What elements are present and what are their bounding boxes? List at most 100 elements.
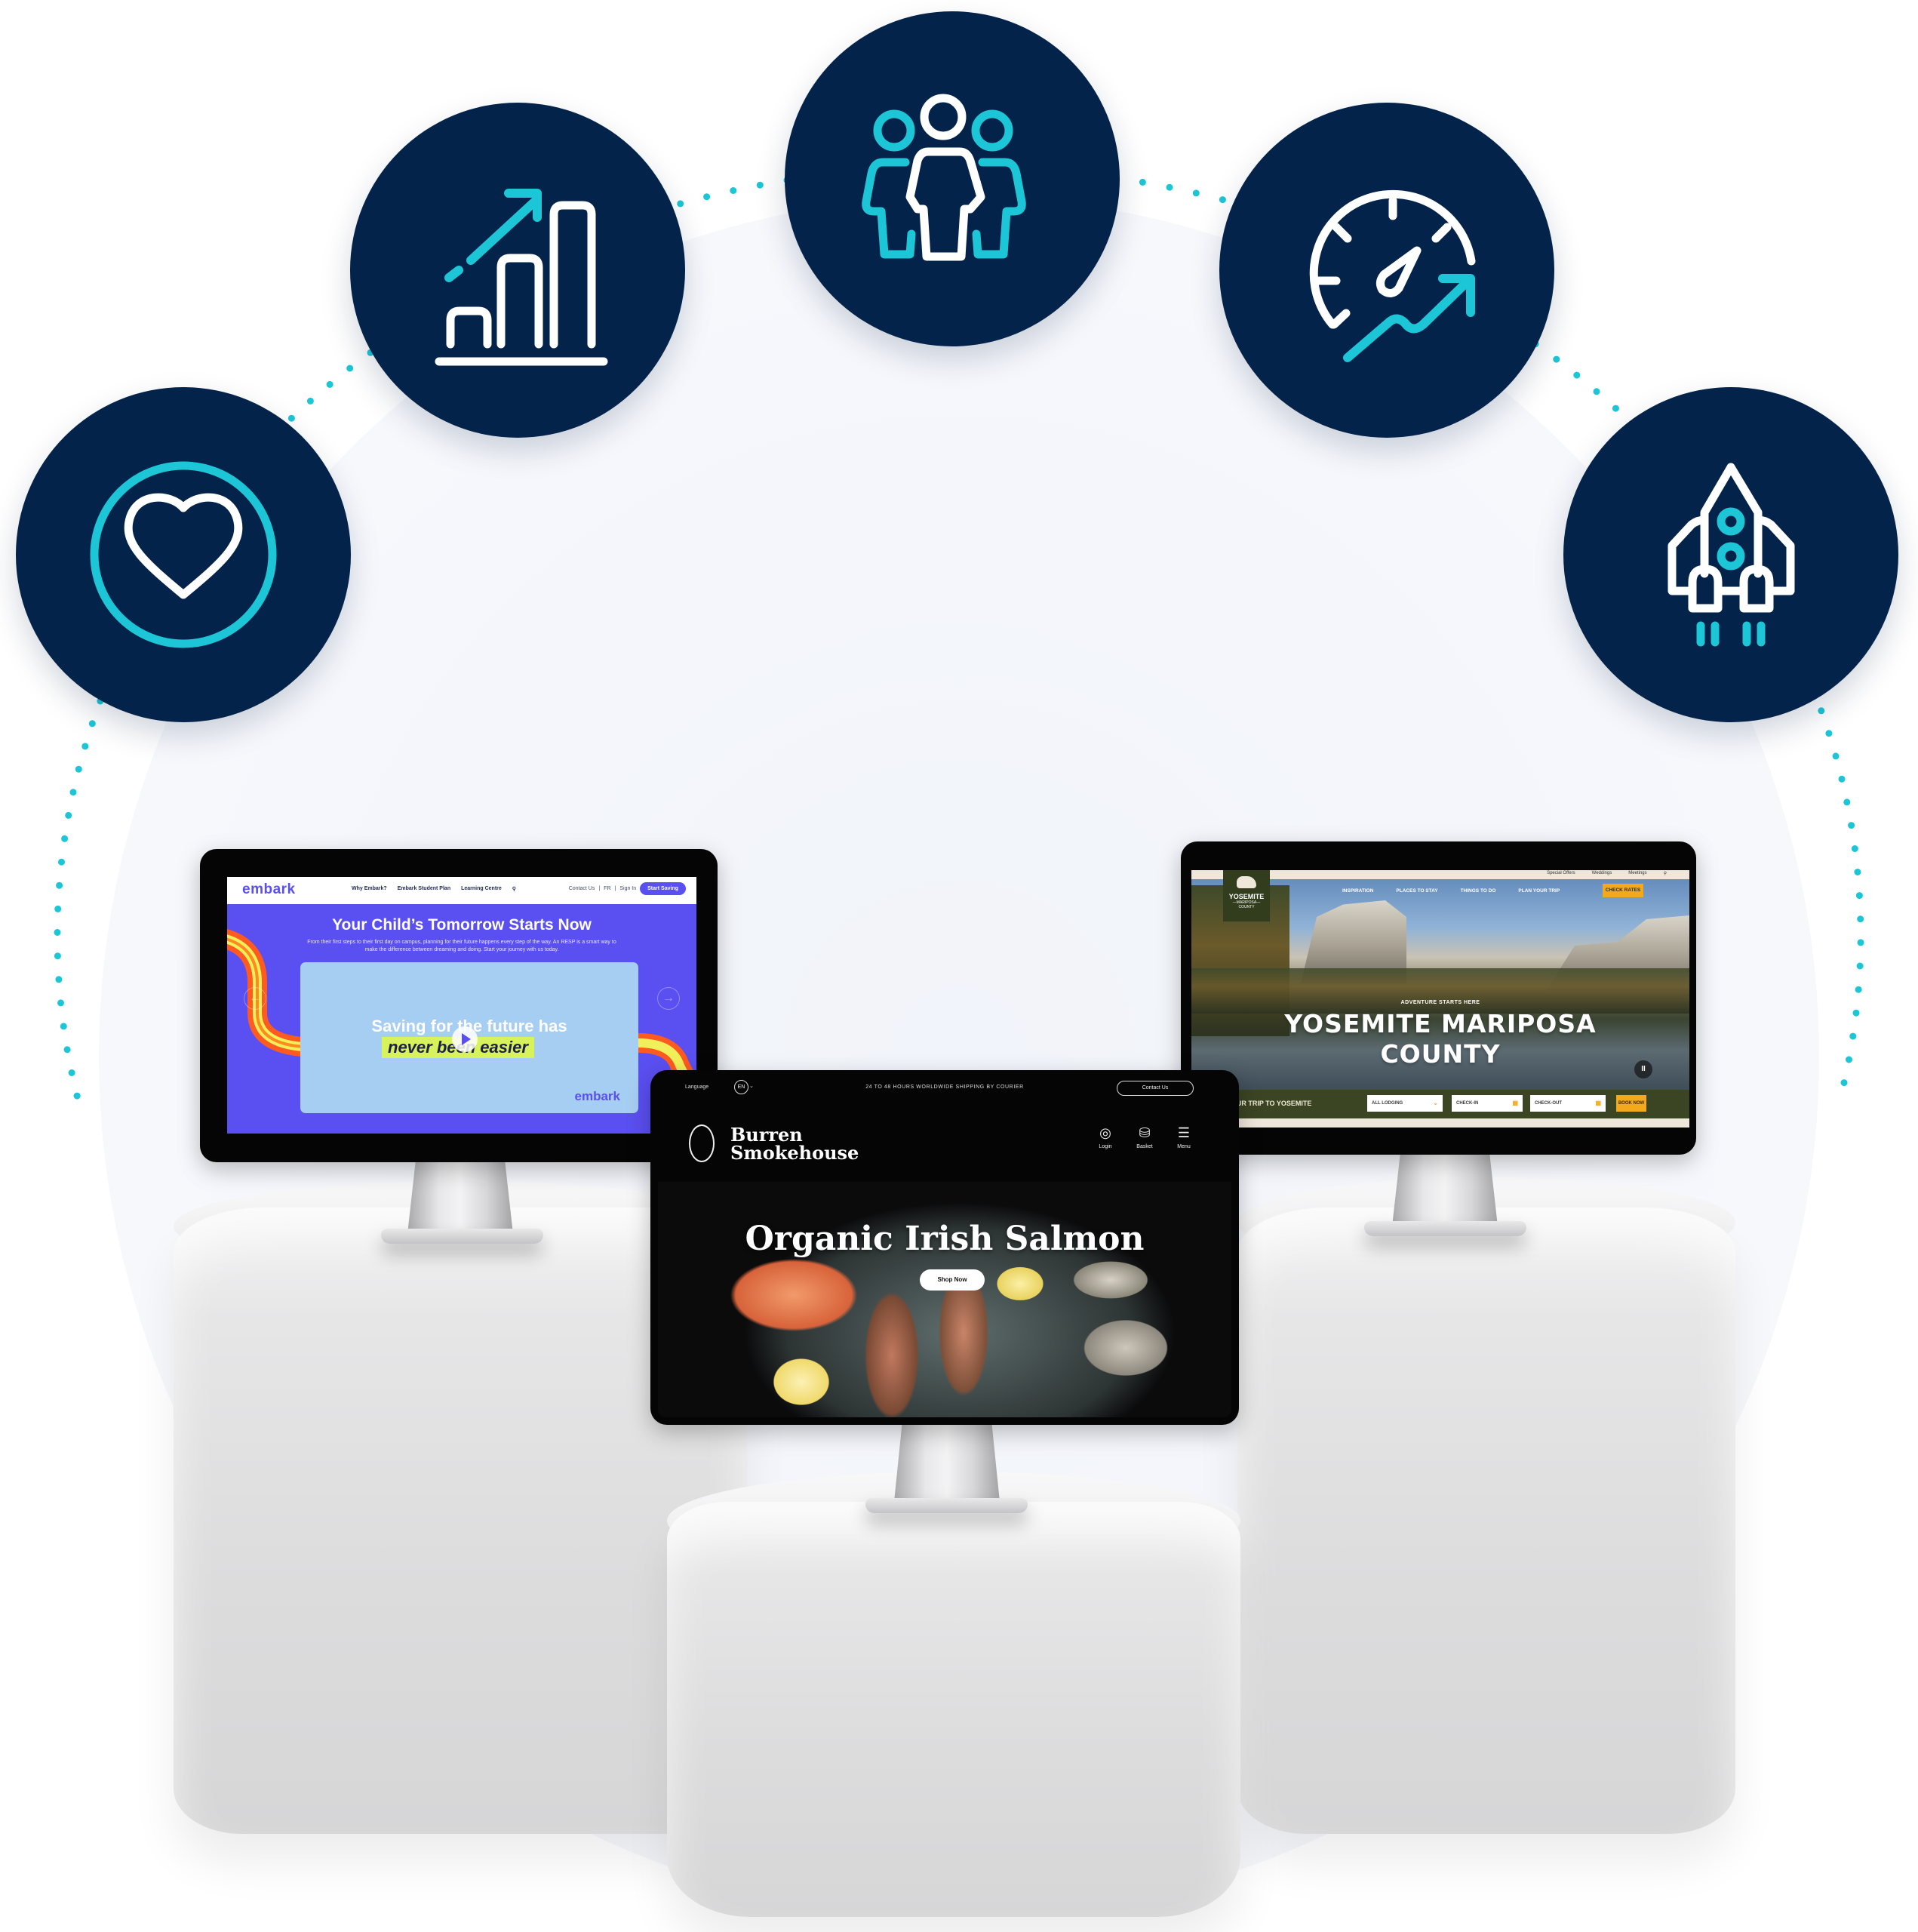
embark-video-card[interactable]: Saving for the future has never been eas… <box>300 962 638 1113</box>
lodging-select[interactable]: ALL LODGING ⌄ <box>1367 1095 1443 1112</box>
arc-dot <box>1854 869 1861 875</box>
arc-dot <box>1843 798 1851 806</box>
play-icon[interactable] <box>452 1026 478 1052</box>
calendar-icon: ▦ <box>1595 1100 1601 1106</box>
yosemite-utility-link[interactable]: Special Offers <box>1547 871 1575 876</box>
yosemite-nav-link[interactable]: PLACES TO STAY <box>1396 888 1437 894</box>
arc-dot <box>1848 822 1855 829</box>
arc-dot <box>1855 986 1862 993</box>
embark-website-screen: embark Why Embark? Embark Student Plan L… <box>227 877 696 1134</box>
embark-lang-link[interactable]: FR <box>604 886 610 891</box>
growth-chart-icon <box>435 189 608 366</box>
arc-dot <box>1838 775 1846 783</box>
embark-nav-link[interactable]: Learning Centre <box>461 886 502 892</box>
yosemite-nav-link[interactable]: THINGS TO DO <box>1461 888 1496 894</box>
yosemite-kicker: ADVENTURE STARTS HERE <box>1400 1000 1480 1005</box>
login-button[interactable]: ◎ Login <box>1096 1124 1115 1149</box>
arc-dot <box>1832 752 1840 760</box>
basket-icon: ⛁ <box>1139 1125 1151 1140</box>
arc-dot <box>73 1092 81 1100</box>
burren-headline: Organic Irish Salmon <box>745 1220 1145 1258</box>
yosemite-utility-link[interactable]: Meetings <box>1628 871 1646 876</box>
rocket-icon <box>1667 463 1795 647</box>
chevron-down-icon: ⌄ <box>1433 1100 1438 1106</box>
embark-contact-link[interactable]: Contact Us <box>569 886 595 891</box>
growth-chart-icon-badge <box>350 103 685 438</box>
search-icon[interactable]: ⚲ <box>512 886 516 892</box>
menu-icon: ☰ <box>1177 1125 1191 1140</box>
arc-dot <box>1856 962 1864 970</box>
arc-dot <box>81 743 89 750</box>
yosemite-headline: YOSEMITE MARIPOSA COUNTY <box>1284 1009 1597 1069</box>
team-icon <box>862 94 1026 261</box>
bear-icon <box>1237 876 1256 888</box>
calendar-icon: ▦ <box>1512 1100 1518 1106</box>
heart-icon <box>90 461 277 648</box>
shop-now-button[interactable]: Shop Now <box>920 1269 985 1291</box>
menu-button[interactable]: ☰ Menu <box>1174 1124 1194 1149</box>
monitor-foot <box>1364 1221 1526 1236</box>
yosemite-website-screen: Special Offers Weddings Meetings ⚲ YOSEM… <box>1191 870 1689 1128</box>
burren-top-bar: Language EN ⌄ 24 TO 48 HOURS WORLDWIDE S… <box>658 1078 1231 1097</box>
arc-dot <box>730 187 737 194</box>
arc-dot <box>65 811 72 819</box>
burren-website-screen: Language EN ⌄ 24 TO 48 HOURS WORLDWIDE S… <box>658 1078 1231 1417</box>
yosemite-utility-link[interactable]: Weddings <box>1592 871 1612 876</box>
arc-dot <box>1849 1032 1857 1040</box>
arc-dot <box>1166 183 1173 191</box>
check-out-field[interactable]: CHECK-OUT ▦ <box>1530 1095 1606 1112</box>
basket-button[interactable]: ⛁ Basket <box>1135 1124 1154 1149</box>
embark-next-arrow[interactable]: → <box>657 987 680 1010</box>
arc-dot <box>1192 189 1200 197</box>
arc-dot <box>1840 1079 1848 1087</box>
yosemite-main-nav: INSPIRATION PLACES TO STAY THINGS TO DO … <box>1342 888 1560 894</box>
arc-dot <box>1846 1056 1852 1063</box>
embark-utility-links: Contact Us | FR | Sign In Start Saving <box>569 882 686 895</box>
yosemite-book-now-button[interactable]: BOOK NOW <box>1616 1095 1646 1112</box>
embark-start-saving-button[interactable]: Start Saving <box>640 882 686 895</box>
embark-nav-link[interactable]: Embark Student Plan <box>398 886 450 892</box>
arc-dot <box>756 181 764 189</box>
yosemite-nav-link[interactable]: INSPIRATION <box>1342 888 1373 894</box>
embark-prev-arrow[interactable]: ← <box>244 987 266 1010</box>
team-icon-badge <box>785 11 1120 346</box>
embark-signin-link[interactable]: Sign In <box>619 886 636 891</box>
yosemite-logo[interactable]: YOSEMITE —MARIPOSA— COUNTY <box>1223 870 1270 921</box>
arc-dot <box>1139 178 1146 186</box>
speedometer-growth-icon-badge <box>1219 103 1554 438</box>
arc-dot <box>56 881 63 889</box>
rocket-icon-badge <box>1563 387 1898 722</box>
arc-dot <box>1857 939 1864 946</box>
pause-icon[interactable]: II <box>1634 1060 1652 1078</box>
burren-hero-image <box>658 1182 1231 1417</box>
arc-dot <box>57 999 64 1007</box>
arc-dot <box>60 1023 67 1030</box>
monitor-embark: embark Why Embark? Embark Student Plan L… <box>200 849 718 1162</box>
arc-dot <box>54 952 61 960</box>
check-in-field[interactable]: CHECK-IN ▦ <box>1452 1095 1523 1112</box>
user-icon: ◎ <box>1099 1125 1111 1140</box>
yosemite-check-rates-button[interactable]: CHECK RATES <box>1603 884 1643 897</box>
embark-logo[interactable]: embark <box>242 881 296 898</box>
yosemite-booking-bar: PLAN YOUR TRIP TO YOSEMITE ALL LODGING ⌄ … <box>1191 1090 1689 1118</box>
arc-dot <box>68 1069 75 1076</box>
search-icon[interactable]: ⚲ <box>1664 871 1667 876</box>
monitor-foot <box>381 1229 543 1244</box>
salmon-logo-icon[interactable] <box>689 1124 715 1162</box>
yosemite-nav-link[interactable]: PLAN YOUR TRIP <box>1518 888 1560 894</box>
monitor-stand <box>1392 1151 1498 1226</box>
arc-dot <box>1573 371 1581 379</box>
pedestal-right <box>1237 1208 1735 1834</box>
arc-dot <box>1852 1009 1860 1017</box>
burren-logo-text[interactable]: Burren Smokehouse <box>730 1126 859 1162</box>
embark-nav-link[interactable]: Why Embark? <box>352 886 387 892</box>
embark-subtext: From their first steps to their first da… <box>307 940 616 952</box>
arc-dot <box>61 835 69 842</box>
monitor-foot <box>865 1498 1028 1513</box>
monitor-stand <box>407 1158 513 1234</box>
burren-contact-button[interactable]: Contact Us <box>1117 1081 1194 1096</box>
arc-dot <box>54 905 62 912</box>
heart-icon-badge <box>16 387 351 722</box>
arc-dot <box>1855 892 1863 900</box>
arc-dot <box>69 789 77 796</box>
